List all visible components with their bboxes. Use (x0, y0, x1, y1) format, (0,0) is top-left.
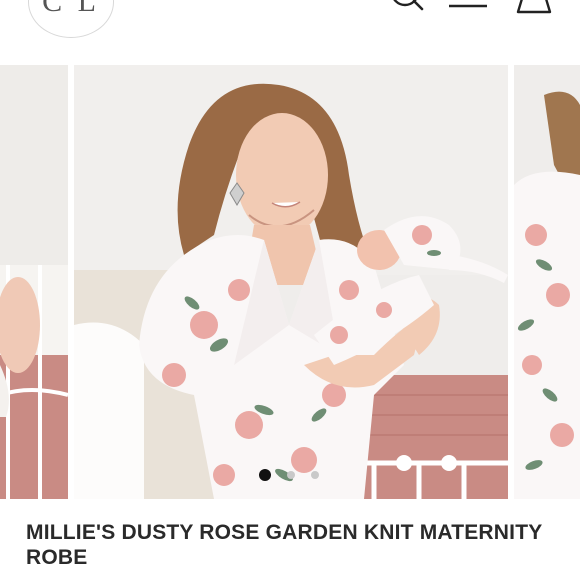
site-header: C L (0, 0, 580, 62)
brand-logo[interactable]: C L (28, 0, 114, 38)
carousel-slide-main[interactable] (74, 65, 508, 499)
carousel-slide-previous[interactable] (0, 65, 68, 499)
carousel-dot-2[interactable] (287, 471, 295, 479)
logo-text: C L (42, 0, 100, 18)
carousel-dot-3[interactable] (311, 471, 319, 479)
product-title: MILLIE'S DUSTY ROSE GARDEN KNIT MATERNIT… (26, 521, 543, 569)
search-icon[interactable] (388, 0, 424, 12)
carousel-pagination (255, 467, 330, 483)
bag-icon[interactable] (514, 0, 554, 14)
carousel-dot-1[interactable] (259, 469, 271, 481)
menu-icon[interactable] (447, 0, 489, 12)
next-product-image (514, 65, 580, 499)
product-image-carousel[interactable] (0, 65, 580, 499)
previous-product-image (0, 65, 68, 499)
main-product-image (74, 65, 508, 499)
carousel-slide-next[interactable] (514, 65, 580, 499)
